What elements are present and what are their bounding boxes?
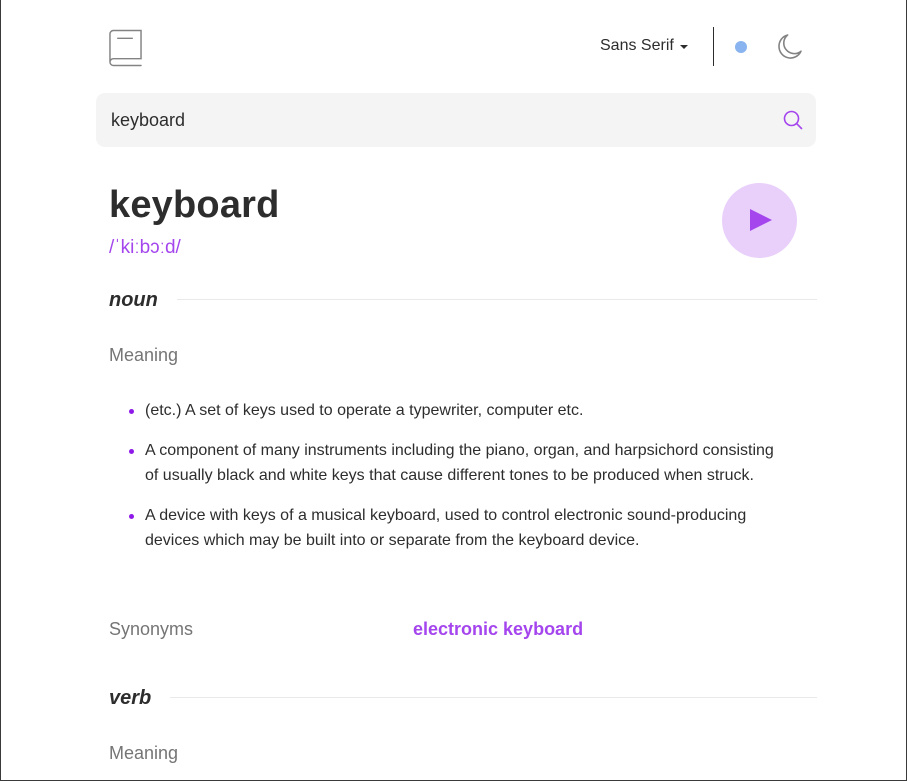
header-divider [713,27,714,66]
bullet [129,409,134,414]
section-divider [170,697,817,698]
bullet [129,513,134,519]
chevron-down-icon [679,44,688,49]
definition-item: A component of many instruments includin… [109,438,789,489]
part-of-speech-noun: noun [109,289,158,311]
synonym-link[interactable]: electronic keyboard [413,619,583,640]
moon-icon[interactable] [777,33,803,59]
definition-item: A device with keys of a musical keyboard… [109,503,789,554]
search-input[interactable] [111,93,761,147]
section-divider [177,299,817,300]
header: Sans Serif [96,0,816,93]
bullet [129,448,134,454]
phonetic: /ˈkiːbɔːd/ [109,237,181,258]
play-icon [750,209,772,231]
definition-text: A device with keys of a musical keyboard… [145,506,747,550]
app-container: Sans Serif keyboard /ˈkiːbɔːd/ noun Mean… [96,0,817,763]
definition-list: (etc.) A set of keys used to operate a t… [109,398,789,568]
part-of-speech-verb: verb [109,687,152,709]
definition-text: A component of many instruments includin… [145,441,774,485]
font-selector-label: Sans Serif [600,37,674,54]
search-bar [96,93,816,147]
meaning-label: Meaning [109,743,179,763]
theme-toggle[interactable] [735,41,747,53]
search-icon[interactable] [783,110,803,130]
definition-text: (etc.) A set of keys used to operate a t… [145,402,584,419]
play-button[interactable] [722,183,797,258]
book-icon[interactable] [109,29,142,67]
word-title: keyboard [109,184,280,226]
font-selector[interactable]: Sans Serif [600,37,688,55]
meaning-label: Meaning [109,345,179,365]
synonyms-label: Synonyms [109,619,194,639]
definition-item: (etc.) A set of keys used to operate a t… [109,398,789,424]
